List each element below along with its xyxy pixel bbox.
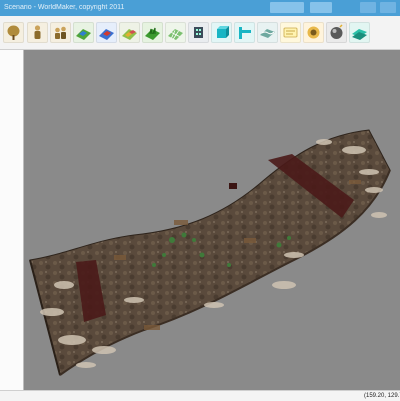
water-cube-icon[interactable]	[211, 22, 232, 43]
grass-icon[interactable]	[142, 22, 163, 43]
window-title: Scenario - WorldMaker, copyright 2011	[4, 4, 125, 11]
terrain-paint-icon[interactable]	[73, 22, 94, 43]
title-bar-button[interactable]	[270, 2, 304, 13]
3d-viewport[interactable]	[24, 50, 400, 390]
title-bar: Scenario - WorldMaker, copyright 2011	[0, 0, 400, 16]
sound-icon[interactable]	[303, 22, 324, 43]
ground-layers-icon[interactable]	[349, 22, 370, 43]
unit-group-icon[interactable]	[50, 22, 71, 43]
blend-tiles-icon[interactable]	[119, 22, 140, 43]
grid-icon[interactable]	[165, 22, 186, 43]
soldier-icon[interactable]	[27, 22, 48, 43]
minimize-button[interactable]	[360, 2, 376, 13]
sphere-icon[interactable]	[326, 22, 347, 43]
wave-icon[interactable]	[257, 22, 278, 43]
side-panel	[0, 50, 24, 390]
terrain-mesh	[29, 129, 391, 376]
toolbar	[0, 16, 400, 50]
status-bar: (159.20, 129.79	[0, 390, 400, 401]
close-button[interactable]	[380, 2, 396, 13]
lighting-icon[interactable]	[280, 22, 301, 43]
texture-paint-icon[interactable]	[96, 22, 117, 43]
building-icon[interactable]	[188, 22, 209, 43]
tree-icon[interactable]	[3, 22, 24, 43]
title-bar-button[interactable]	[310, 2, 332, 13]
water-level-icon[interactable]	[234, 22, 255, 43]
